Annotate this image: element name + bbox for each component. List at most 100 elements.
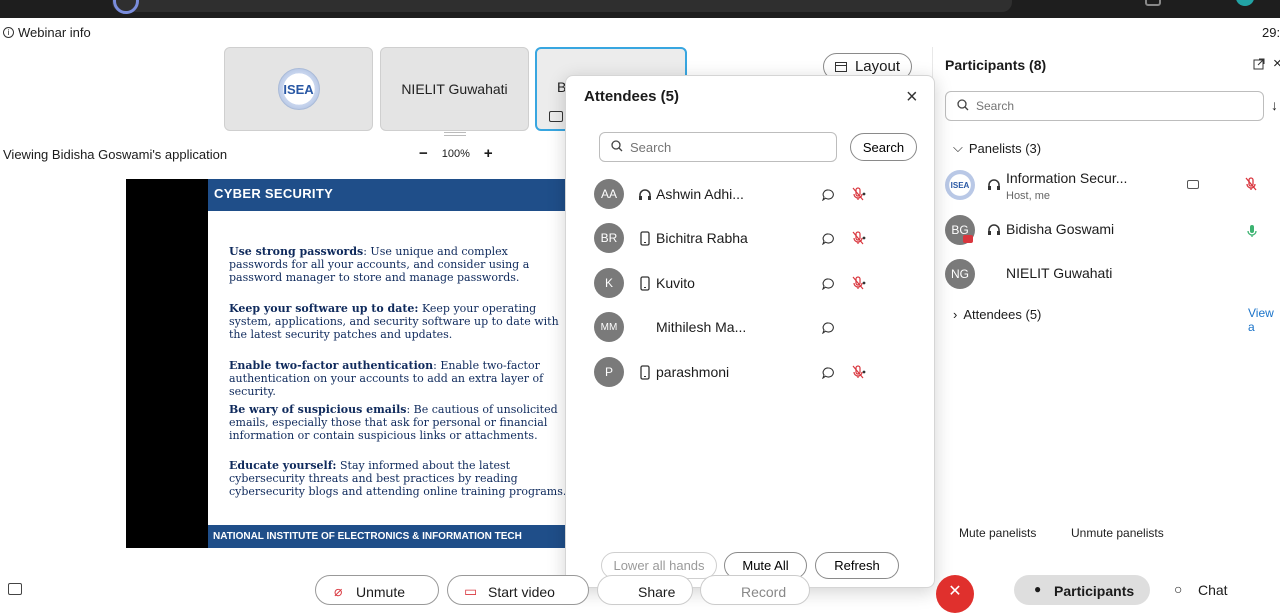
avatar: MM	[594, 312, 624, 342]
zoom-out-button[interactable]: −	[419, 145, 428, 162]
end-call-button[interactable]: ✕	[936, 575, 974, 613]
panelist-row[interactable]: BG Bidisha Goswami	[945, 215, 1280, 255]
video-tile-isea[interactable]: ISEA	[224, 47, 373, 131]
participants-panel: Participants (8) × ↓ ⌵ Panelists (3) ISE…	[932, 47, 1280, 557]
chat-icon[interactable]	[822, 322, 835, 334]
person-icon: ●	[1034, 582, 1042, 596]
attendee-row[interactable]: K Kuvito	[594, 266, 914, 300]
slide-title: CYBER SECURITY	[208, 179, 566, 211]
panelist-name: Information Secur...	[1006, 170, 1128, 186]
dialog-title: Attendees (5)	[584, 88, 680, 105]
mic-muted-icon[interactable]	[852, 276, 866, 290]
attendee-name: Kuvito	[656, 275, 695, 291]
cc-icon	[1187, 180, 1199, 189]
close-panel-icon[interactable]: ×	[1273, 55, 1280, 72]
mic-muted-icon[interactable]	[1245, 177, 1257, 191]
address-bar[interactable]	[112, 0, 1012, 12]
panelist-name: Bidisha Goswami	[1006, 221, 1115, 237]
slide-footer: NATIONAL INSTITUTE OF ELECTRONICS & INFO…	[208, 525, 566, 548]
mic-muted-icon[interactable]	[852, 231, 866, 245]
participants-button[interactable]: ● Participants	[1014, 575, 1150, 605]
headset-icon	[639, 189, 651, 200]
meeting-timer: 29:	[1262, 25, 1280, 40]
panelists-section-toggle[interactable]: ⌵ Panelists (3)	[953, 140, 1041, 156]
viewing-status: Viewing Bidisha Goswami's application	[3, 147, 228, 162]
chevron-down-icon: ⌵	[953, 140, 963, 155]
search-icon	[957, 99, 969, 111]
attendee-name: parashmoni	[656, 364, 730, 380]
chat-icon[interactable]	[822, 233, 835, 245]
avatar: K	[594, 268, 624, 298]
attendee-row[interactable]: MM Mithilesh Ma...	[594, 310, 914, 344]
popout-icon[interactable]	[1253, 58, 1265, 70]
attendee-name: Mithilesh Ma...	[656, 319, 747, 335]
attendee-row[interactable]: P parashmoni	[594, 355, 914, 389]
headset-icon	[988, 179, 1000, 190]
participants-title: Participants (8)	[945, 57, 1047, 73]
view-all-link[interactable]: View a	[1248, 306, 1280, 334]
panelist-row[interactable]: ISEA Information Secur... Host, me	[945, 170, 1280, 210]
avatar: ISEA	[945, 170, 975, 200]
panelist-role: Host, me	[1006, 190, 1051, 202]
phone-icon	[640, 231, 650, 246]
participants-search-input[interactable]	[945, 91, 1264, 121]
unmute-panelists-button[interactable]: Unmute panelists	[1071, 526, 1164, 540]
phone-icon	[640, 276, 650, 291]
attendee-name: Ashwin Adhi...	[656, 186, 744, 202]
record-button[interactable]: Record	[700, 575, 810, 605]
attendee-search-input[interactable]	[599, 132, 837, 162]
mute-panelists-button[interactable]: Mute panelists	[959, 526, 1036, 540]
zoom-in-button[interactable]: +	[484, 145, 493, 162]
zoom-level: 100%	[441, 147, 470, 160]
start-video-button[interactable]: ▭ Start video	[447, 575, 589, 605]
attendee-row[interactable]: BR Bichitra Rabha	[594, 221, 914, 255]
phone-hangup-icon: ✕	[948, 583, 962, 600]
unmute-button[interactable]: ⌀ Unmute	[315, 575, 439, 605]
screen-share-icon	[549, 111, 563, 122]
search-button[interactable]: Search	[850, 133, 917, 161]
account-avatar[interactable]	[1236, 0, 1254, 6]
chat-icon[interactable]	[822, 189, 835, 201]
mic-active-icon[interactable]	[1247, 224, 1257, 238]
close-icon[interactable]: ×	[906, 86, 918, 109]
panelist-row[interactable]: NG NIELIT Guwahati	[945, 259, 1280, 299]
tile-label: NIELIT Guwahati	[401, 81, 508, 97]
webinar-info-label: Webinar info	[18, 25, 91, 40]
search-icon	[611, 140, 623, 152]
avatar: NG	[945, 259, 975, 289]
share-button[interactable]: Share	[597, 575, 693, 605]
avatar: BR	[594, 223, 624, 253]
slide-point: Be wary of suspicious emails: Be cautiou…	[229, 403, 558, 442]
chat-button[interactable]: ○ Chat	[1172, 581, 1228, 598]
mic-muted-icon[interactable]	[852, 187, 866, 201]
slide-point: Educate yourself: Stay informed about th…	[229, 459, 566, 498]
refresh-button[interactable]: Refresh	[815, 552, 899, 579]
isea-logo: ISEA	[277, 68, 320, 110]
chat-icon[interactable]	[822, 367, 835, 379]
layout-icon	[834, 61, 847, 72]
sharing-badge-icon	[963, 235, 973, 243]
chat-icon[interactable]	[822, 278, 835, 290]
slide-point: Use strong passwords: Use unique and com…	[229, 245, 530, 284]
webinar-info[interactable]: i Webinar info	[3, 25, 91, 40]
attendees-dialog: Attendees (5) × Search AA Ashwin Adhi...…	[565, 75, 935, 588]
panelist-name: NIELIT Guwahati	[1006, 265, 1113, 281]
video-off-icon: ▭	[464, 583, 478, 599]
slide-point: Enable two-factor authentication: Enable…	[229, 359, 544, 398]
browser-top-bar	[0, 0, 1280, 18]
mic-muted-icon[interactable]	[852, 365, 866, 379]
attendee-name: Bichitra Rabha	[656, 230, 748, 246]
chevron-right-icon: ›	[953, 307, 958, 322]
avatar: P	[594, 357, 624, 387]
window-icon[interactable]	[1145, 0, 1161, 6]
video-tile-nielit[interactable]: NIELIT Guwahati	[380, 47, 529, 131]
attendee-row[interactable]: AA Ashwin Adhi...	[594, 177, 914, 211]
zoom-controls: − 100% +	[419, 145, 493, 162]
tile-drag-handle[interactable]	[444, 132, 466, 136]
avatar: AA	[594, 179, 624, 209]
chat-icon: ○	[1174, 581, 1183, 597]
headset-icon	[988, 224, 1000, 235]
captions-icon[interactable]	[8, 583, 22, 595]
sort-icon[interactable]: ↓	[1271, 97, 1278, 113]
attendees-section-toggle[interactable]: › Attendees (5)	[953, 307, 1041, 322]
